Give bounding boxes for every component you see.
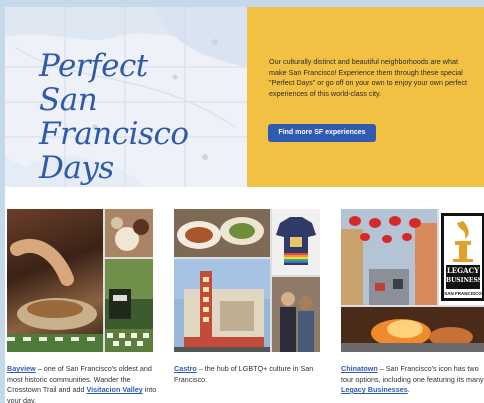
bayview-dessert-photo [105,209,153,257]
bayview-garden-photo [105,259,153,352]
chinatown-street-photo [341,209,437,305]
card-castro: Castro – the hub of LGBTQ+ culture in Sa… [174,209,324,385]
chinatown-kitchen-photo [341,307,484,352]
castro-theatre-photo [174,259,270,352]
badge-line-3: SAN FRANCISCO [444,291,482,296]
hero-section: Perfect San Francisco Days Our culturall… [5,7,484,187]
legacy-businesses-link[interactable]: Legacy Businesses [341,385,408,394]
castro-people-photo [272,277,320,352]
card-chinatown: LEGACY BUSINESS SAN FRANCISCO Chinatown … [341,209,484,396]
chinatown-link[interactable]: Chinatown [341,364,378,373]
castro-shirt-photo [272,209,320,275]
castro-photo-collage[interactable] [174,209,320,352]
bayview-photo-collage[interactable] [7,209,153,352]
castro-food-photo [174,209,270,257]
badge-line-1: LEGACY [446,266,480,275]
castro-link[interactable]: Castro [174,364,197,373]
chinatown-text-end: . [407,385,410,394]
bayview-food-photo [7,209,103,352]
castro-description: Castro – the hub of LGBTQ+ culture in Sa… [174,364,324,385]
hero-title-line-3: Days [39,150,114,186]
hero-title: Perfect San Francisco Days [39,49,239,185]
badge-line-2: BUSINESS [446,277,483,284]
hero-map-background: Perfect San Francisco Days [5,7,247,187]
find-experiences-button[interactable]: Find more SF experiences [268,124,376,142]
chinatown-description: Chinatown – San Francisco's icon has two… [341,364,484,396]
bayview-description: Bayview – one of San Francisco's oldest … [7,364,157,403]
hero-title-line-2: San Francisco [39,82,189,152]
bayview-link[interactable]: Bayview [7,364,36,373]
hero-info-panel: Our culturally distinct and beautiful ne… [247,7,484,187]
hero-title-line-1: Perfect [39,48,148,84]
visitacion-valley-link[interactable]: Visitacion Valley [87,385,143,394]
card-bayview: Bayview – one of San Francisco's oldest … [7,209,157,403]
legacy-business-badge: LEGACY BUSINESS SAN FRANCISCO [439,209,484,305]
hero-description: Our culturally distinct and beautiful ne… [269,57,467,98]
chinatown-photo-collage[interactable]: LEGACY BUSINESS SAN FRANCISCO [341,209,484,352]
page: Perfect San Francisco Days Our culturall… [5,7,484,403]
